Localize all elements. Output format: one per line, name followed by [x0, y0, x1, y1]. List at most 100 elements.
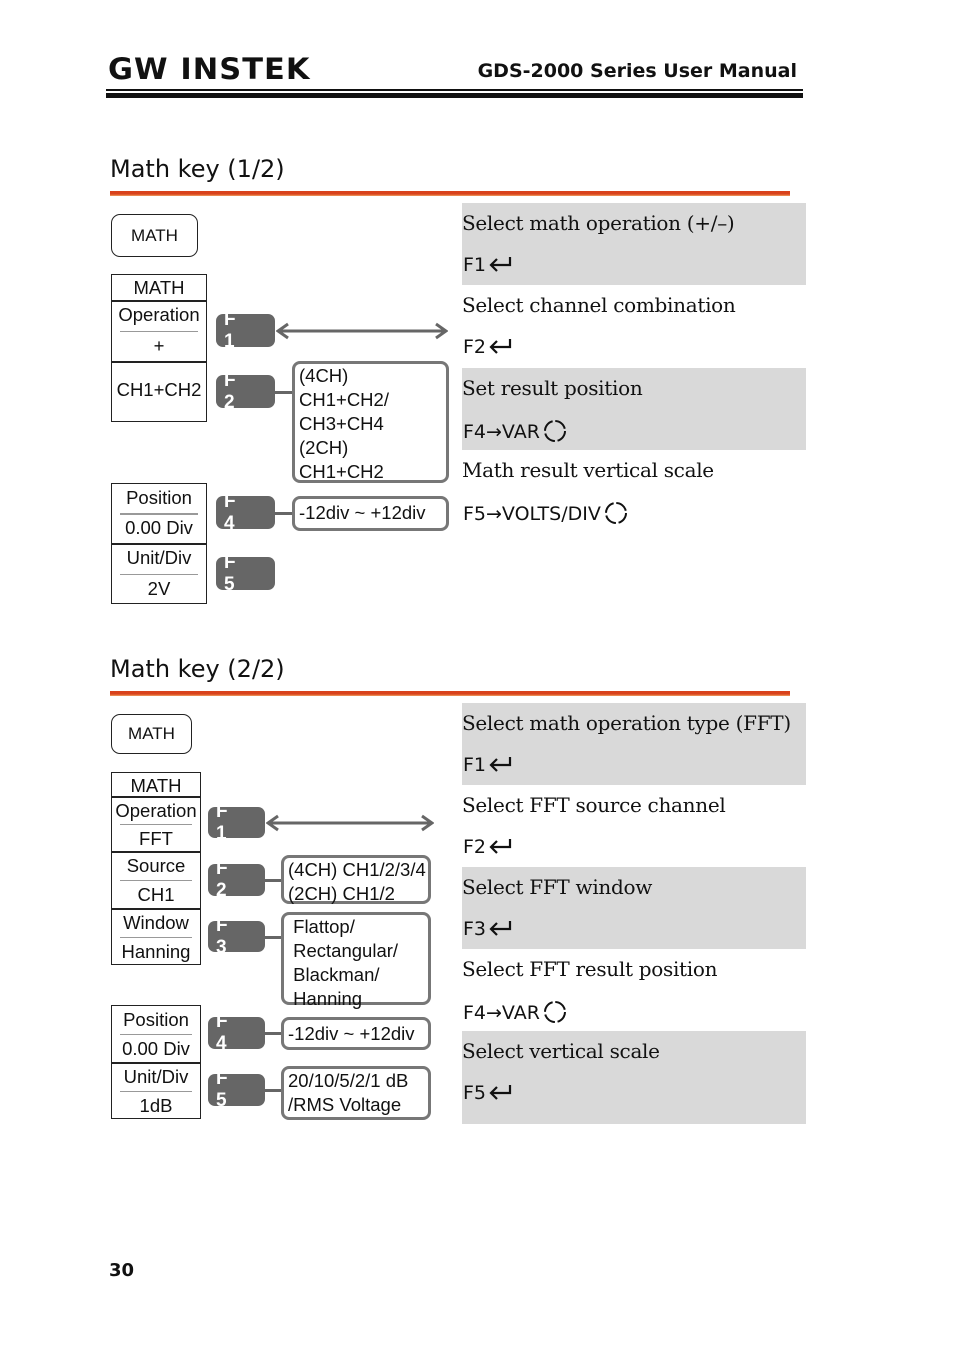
- menu-item-value: Hanning: [121, 940, 191, 962]
- menu-header: MATH: [130, 775, 182, 796]
- menu-divider: [112, 361, 206, 363]
- description-text: Set result position: [462, 376, 643, 400]
- connector-line: [265, 1032, 281, 1035]
- key-label: F1: [463, 254, 487, 276]
- knob-icon: [540, 1000, 568, 1026]
- function-key-2[interactable]: F 2: [216, 370, 275, 413]
- menu-item-value: 1dB: [139, 1094, 173, 1116]
- menu-item-separator: [120, 1033, 192, 1035]
- return-arrow-icon: [486, 337, 514, 357]
- description-row: Select channel combination F2: [462, 285, 806, 368]
- page-number: 30: [109, 1260, 135, 1281]
- description-row: Math result vertical scale F5→VOLTS/DIV: [462, 450, 806, 532]
- connector-line: [265, 935, 281, 939]
- menu-item-separator: [120, 879, 192, 881]
- key-instruction: F4→VAR: [463, 1000, 568, 1026]
- key-instruction: F2: [463, 336, 514, 358]
- description-row: Select FFT window F3: [462, 867, 806, 949]
- connector-line: [275, 511, 292, 515]
- description-row: Select FFT source channel F2: [462, 785, 806, 867]
- menu-divider: [112, 851, 200, 853]
- description-text: Select vertical scale: [462, 1039, 660, 1063]
- menu-item-value: 0.00 Div: [125, 517, 193, 538]
- menu-header: MATH: [133, 277, 185, 298]
- menu-item-value: 0.00 Div: [122, 1037, 190, 1059]
- menu-item-separator: [120, 936, 192, 938]
- menu-item-label[interactable]: Operation: [112, 305, 206, 325]
- function-key-3[interactable]: F 3: [208, 915, 265, 958]
- key-instruction: F3: [463, 918, 514, 940]
- function-key-3[interactable]: F 4: [216, 491, 275, 534]
- menu-item-separator: [120, 1090, 192, 1092]
- description-text: Select math operation (+/–): [462, 211, 735, 235]
- menu-item-label[interactable]: Position: [112, 1010, 200, 1030]
- menu-divider: [112, 1062, 200, 1064]
- key-instruction: F4→VAR: [463, 419, 568, 445]
- description-text: Select FFT result position: [462, 957, 718, 981]
- header-rule-thin: [106, 89, 803, 91]
- function-key-4[interactable]: F 4: [208, 1011, 265, 1054]
- manual-title: GDS-2000 Series User Manual: [477, 60, 797, 82]
- key-label: F2: [463, 836, 487, 858]
- menu-upper: MATH Operation FFT Source CH1 Window Hanning: [111, 772, 201, 965]
- menu-item-label[interactable]: Source: [112, 856, 200, 876]
- function-key-1[interactable]: F 1: [208, 801, 265, 844]
- option-box: 20/10/5/2/1 dB /RMS Voltage: [281, 1066, 431, 1120]
- menu-item-label[interactable]: Operation: [112, 801, 200, 821]
- function-key-4[interactable]: F 5: [216, 552, 275, 595]
- menu-item-label[interactable]: Window: [112, 913, 200, 933]
- menu-item-separator: [120, 513, 198, 515]
- menu-item-label[interactable]: Unit/Div: [112, 548, 206, 568]
- section-title-rule: [110, 191, 790, 196]
- description-row: Select FFT result position F4→VAR: [462, 949, 806, 1031]
- menu-item-label[interactable]: CH1+CH2: [112, 380, 206, 400]
- knob-icon: [601, 501, 629, 527]
- menu-item-separator: [120, 573, 198, 575]
- key-instruction: F2: [463, 836, 514, 858]
- section-title-rule: [110, 691, 790, 696]
- option-box: -12div ~ +12div: [292, 496, 449, 531]
- math-key-button[interactable]: MATH: [111, 714, 192, 754]
- bidirectional-arrow-icon: [276, 322, 448, 339]
- math-key-button[interactable]: MATH: [111, 214, 198, 257]
- key-instruction: F1: [463, 254, 514, 276]
- function-key-2[interactable]: F 2: [208, 858, 265, 901]
- key-instruction: F1: [463, 754, 514, 776]
- gw-instek-logo: GW INSTEK: [108, 52, 311, 86]
- menu-divider: [112, 908, 200, 910]
- header-rule-thick: [106, 93, 803, 98]
- menu-item-label[interactable]: Unit/Div: [112, 1067, 200, 1087]
- key-label: F3: [463, 918, 487, 940]
- description-text: Select math operation type (FFT): [462, 711, 791, 735]
- description-row: Select vertical scale F5: [462, 1031, 806, 1124]
- key-label: F5: [463, 1082, 487, 1104]
- return-arrow-icon: [486, 837, 514, 857]
- menu-upper: MATH Operation + CH1+CH2: [111, 274, 207, 422]
- description-text: Math result vertical scale: [462, 458, 714, 482]
- menu-divider: [112, 300, 206, 302]
- option-box: (4CH) CH1+CH2/ CH3+CH4 (2CH) CH1+CH2: [292, 361, 449, 483]
- description-text: Select channel combination: [462, 293, 736, 317]
- return-arrow-icon: [486, 755, 514, 775]
- key-label: F2: [463, 336, 487, 358]
- menu-item-separator: [120, 823, 192, 825]
- section-title: Math key (2/2): [110, 655, 285, 683]
- return-arrow-icon: [486, 255, 514, 275]
- function-key-5[interactable]: F 5: [208, 1068, 265, 1111]
- connector-line: [275, 390, 292, 394]
- key-label: F5→VOLTS/DIV: [463, 503, 601, 525]
- function-key-1[interactable]: F 1: [216, 309, 275, 352]
- menu-divider: [112, 796, 200, 798]
- description-row: Set result position F4→VAR: [462, 368, 806, 450]
- connector-line: [265, 1089, 281, 1092]
- description-row: Select math operation type (FFT) F1: [462, 703, 806, 785]
- return-arrow-icon: [486, 1083, 514, 1103]
- menu-item-value: 2V: [147, 577, 171, 599]
- bidirectional-arrow-icon: [266, 814, 434, 831]
- return-arrow-icon: [486, 919, 514, 939]
- option-box: -12div ~ +12div: [281, 1017, 431, 1050]
- key-label: F4→VAR: [463, 421, 540, 443]
- menu-item-label[interactable]: Position: [112, 488, 206, 508]
- option-box: (4CH) CH1/2/3/4 (2CH) CH1/2: [281, 855, 431, 904]
- menu-item-value: CH1: [137, 883, 175, 905]
